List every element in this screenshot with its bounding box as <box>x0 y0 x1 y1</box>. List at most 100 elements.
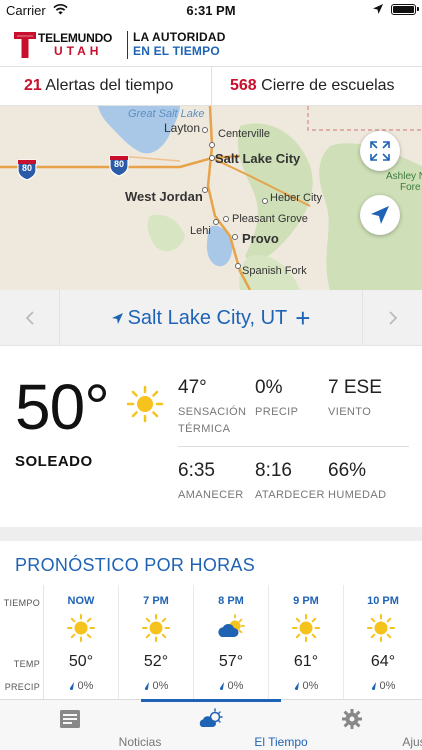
current-condition: SOLEADO <box>15 453 93 470</box>
stat-label: VIENTO <box>328 406 372 418</box>
stats-divider <box>178 446 409 447</box>
hour-temp: 64° <box>370 653 396 670</box>
tab-el-tiempo[interactable]: El Tiempo <box>141 699 308 750</box>
partly-cloudy-icon <box>218 614 245 637</box>
stat-value: 8:16 <box>255 460 292 481</box>
stat-sunset: 8:16 ATARDECER <box>255 460 325 504</box>
location-selector: Salt Lake City, UT + <box>0 290 422 346</box>
hour-precip: 0% <box>344 680 422 692</box>
alerts-divider <box>211 67 212 105</box>
brand-name: TELEMUNDO <box>38 31 113 45</box>
hourly-column[interactable]: 8 PM 57° 0% <box>194 585 269 699</box>
raindrop-icon <box>219 682 224 690</box>
chevron-right-icon <box>388 311 397 325</box>
map-label-spanish-fork: Spanish Fork <box>242 265 307 277</box>
sun-icon <box>126 385 164 423</box>
location-arrow-icon <box>371 206 389 224</box>
map-label-pleasant-grove: Pleasant Grove <box>232 213 308 225</box>
stat-value: 66% <box>328 460 367 481</box>
hour-temp: 61° <box>293 653 319 670</box>
school-closings-count: 568 <box>230 77 257 94</box>
stat-value: 7 ESE <box>328 377 382 398</box>
stat-label: HUMEDAD <box>328 489 387 501</box>
sun-icon <box>67 614 95 642</box>
sun-icon <box>367 614 395 642</box>
hour-precip: 0% <box>119 680 193 692</box>
brand-region: UTAH <box>54 44 103 58</box>
raindrop-icon <box>69 682 74 690</box>
hour-temp: 52° <box>143 653 169 670</box>
hour-time: NOW <box>67 595 95 607</box>
map-label-i80-west: 80 <box>22 163 33 173</box>
weather-icon <box>199 708 223 727</box>
weather-map[interactable]: Great Salt Lake Layton Centerville Salt … <box>0 106 422 290</box>
sun-icon <box>292 614 320 642</box>
hourly-forecast-title: PRONÓSTICO POR HORAS <box>15 555 256 575</box>
stat-value: 6:35 <box>178 460 215 481</box>
map-label-great-salt-lake: Great Salt Lake <box>128 108 205 120</box>
map-label-i80-east: 80 <box>114 159 125 169</box>
raindrop-icon <box>144 682 149 690</box>
tab-label: Ajustes <box>402 735 422 749</box>
hour-precip: 0% <box>269 680 343 692</box>
hour-time: 10 PM <box>367 595 399 607</box>
row-label-time: TIEMPO <box>3 598 40 608</box>
map-label-heber-city: Heber City <box>270 192 322 204</box>
locate-me-button[interactable] <box>360 195 400 235</box>
map-label-centerville: Centerville <box>218 128 270 140</box>
location-name: Salt Lake City, UT <box>127 306 288 329</box>
brand-slogan-line2: EN EL TIEMPO <box>133 44 220 58</box>
tab-bar: Noticias El Tiempo Ajustes <box>0 699 422 750</box>
hour-precip: 0% <box>194 680 268 692</box>
expand-map-button[interactable] <box>360 131 400 171</box>
school-closings-label: Cierre de escuelas <box>261 77 395 94</box>
row-label-temp: TEMP <box>13 659 40 669</box>
hourly-column[interactable]: NOW 50° 0% <box>44 585 119 699</box>
stat-wind: 7 ESE VIENTO <box>328 377 382 421</box>
add-location-button[interactable]: + <box>295 305 310 331</box>
map-label-lehi: Lehi <box>190 225 211 237</box>
hourly-row-labels: TIEMPO TEMP PRECIP <box>0 585 44 699</box>
tab-noticias[interactable]: Noticias <box>0 700 161 750</box>
current-conditions: 50° SOLEADO 47° SENSACIÓN TÉRMICA 0% PRE… <box>0 347 422 527</box>
current-temperature: 50° <box>15 371 110 443</box>
telemundo-logo-icon <box>14 32 36 58</box>
weather-alerts-count: 21 <box>24 77 42 94</box>
map-label-provo: Provo <box>242 231 279 246</box>
news-icon <box>60 710 80 728</box>
stat-sunrise: 6:35 AMANECER <box>178 460 244 504</box>
stat-label: PRECIP <box>255 406 299 418</box>
stat-label: ATARDECER <box>255 489 325 501</box>
battery-icon <box>391 4 419 15</box>
hour-time: 7 PM <box>143 595 169 607</box>
chevron-left-icon <box>25 311 34 325</box>
previous-location-button[interactable] <box>0 290 60 346</box>
next-location-button[interactable] <box>362 290 422 346</box>
hourly-column[interactable]: 9 PM 61° 0% <box>269 585 344 699</box>
stat-feels-like: 47° SENSACIÓN TÉRMICA <box>178 377 258 438</box>
location-services-icon <box>373 4 383 14</box>
tab-ajustes[interactable]: Ajustes <box>282 700 422 750</box>
status-bar: Carrier 6:31 PM <box>0 0 422 20</box>
raindrop-icon <box>371 682 376 690</box>
alerts-bar: 21 Alertas del tiempo 568 Cierre de escu… <box>0 66 422 106</box>
hour-temp: 57° <box>218 653 244 670</box>
clock: 6:31 PM <box>186 3 236 18</box>
location-arrow-icon <box>111 312 123 324</box>
school-closings-link[interactable]: 568 Cierre de escuelas <box>230 77 395 95</box>
hourly-column[interactable]: 7 PM 52° 0% <box>119 585 194 699</box>
stat-value: 0% <box>255 377 283 398</box>
current-location-button[interactable]: Salt Lake City, UT + <box>60 290 362 346</box>
hourly-forecast: PRONÓSTICO POR HORAS TIEMPO TEMP PRECIP … <box>0 541 422 699</box>
expand-icon <box>370 141 390 161</box>
weather-alerts-link[interactable]: 21 Alertas del tiempo <box>24 77 173 95</box>
brand-slogan-line1: LA AUTORIDAD <box>133 30 226 44</box>
map-label-ashley-forest-1: Ashley N <box>386 171 422 182</box>
stat-label: AMANECER <box>178 489 244 501</box>
hourly-column[interactable]: 10 PM 64° 0% <box>344 585 422 699</box>
raindrop-icon <box>294 682 299 690</box>
map-label-west-jordan: West Jordan <box>125 189 203 204</box>
stat-label: SENSACIÓN TÉRMICA <box>178 406 247 435</box>
hour-time: 8 PM <box>218 595 244 607</box>
stat-precip: 0% PRECIP <box>255 377 298 421</box>
